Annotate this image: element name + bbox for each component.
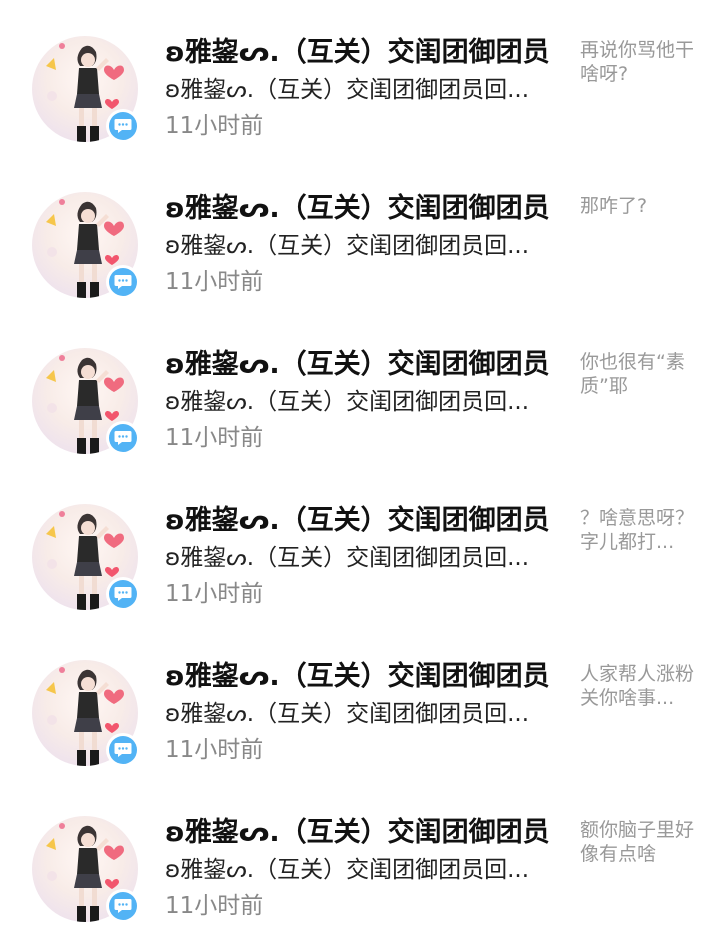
- message-item[interactable]: ʚ雅鋆ᔕ.（互关）交闺团御团员 ʚ雅鋆ᔕ.（互关）交闺团御团员回... 11小时…: [0, 468, 720, 624]
- avatar-container[interactable]: [32, 816, 140, 923]
- comment-badge: [106, 889, 140, 923]
- sender-name[interactable]: ʚ雅鋆ᔕ.（互关）交闺团御团员: [165, 816, 565, 850]
- original-comment[interactable]: 人家帮人涨粉关你啥事...: [580, 662, 696, 710]
- avatar-container[interactable]: [32, 348, 140, 455]
- reply-preview: ʚ雅鋆ᔕ.（互关）交闺团御团员回...: [165, 545, 530, 571]
- timestamp: 11小时前: [165, 737, 264, 763]
- original-comment[interactable]: 那咋了?: [580, 194, 696, 218]
- message-item[interactable]: ʚ雅鋆ᔕ.（互关）交闺团御团员 ʚ雅鋆ᔕ.（互关）交闺团御团员回... 11小时…: [0, 780, 720, 936]
- message-list: ʚ雅鋆ᔕ.（互关）交闺团御团员 ʚ雅鋆ᔕ.（互关）交闺团御团员回... 11小时…: [0, 0, 720, 936]
- message-bubble-icon: [109, 268, 137, 296]
- reply-preview: ʚ雅鋆ᔕ.（互关）交闺团御团员回...: [165, 233, 530, 259]
- timestamp: 11小时前: [165, 425, 264, 451]
- sender-name[interactable]: ʚ雅鋆ᔕ.（互关）交闺团御团员: [165, 660, 565, 694]
- avatar-container[interactable]: [32, 660, 140, 767]
- message-bubble-icon: [109, 112, 137, 140]
- message-item[interactable]: ʚ雅鋆ᔕ.（互关）交闺团御团员 ʚ雅鋆ᔕ.（互关）交闺团御团员回... 11小时…: [0, 312, 720, 468]
- comment-badge: [106, 577, 140, 611]
- sender-name[interactable]: ʚ雅鋆ᔕ.（互关）交闺团御团员: [165, 504, 565, 538]
- sender-name[interactable]: ʚ雅鋆ᔕ.（互关）交闺团御团员: [165, 348, 565, 382]
- avatar-container[interactable]: [32, 504, 140, 611]
- avatar-container[interactable]: [32, 192, 140, 299]
- message-item[interactable]: ʚ雅鋆ᔕ.（互关）交闺团御团员 ʚ雅鋆ᔕ.（互关）交闺团御团员回... 11小时…: [0, 156, 720, 312]
- reply-preview: ʚ雅鋆ᔕ.（互关）交闺团御团员回...: [165, 389, 530, 415]
- message-bubble-icon: [109, 424, 137, 452]
- sender-name[interactable]: ʚ雅鋆ᔕ.（互关）交闺团御团员: [165, 36, 565, 70]
- timestamp: 11小时前: [165, 581, 264, 607]
- original-comment[interactable]: 再说你骂他干啥呀?: [580, 38, 696, 86]
- message-bubble-icon: [109, 892, 137, 920]
- timestamp: 11小时前: [165, 113, 264, 139]
- reply-preview: ʚ雅鋆ᔕ.（互关）交闺团御团员回...: [165, 77, 530, 103]
- reply-preview: ʚ雅鋆ᔕ.（互关）交闺团御团员回...: [165, 701, 530, 727]
- comment-badge: [106, 733, 140, 767]
- message-item[interactable]: ʚ雅鋆ᔕ.（互关）交闺团御团员 ʚ雅鋆ᔕ.（互关）交闺团御团员回... 11小时…: [0, 624, 720, 780]
- comment-badge: [106, 421, 140, 455]
- original-comment[interactable]: 额你脑子里好像有点啥: [580, 818, 696, 866]
- message-bubble-icon: [109, 736, 137, 764]
- timestamp: 11小时前: [165, 269, 264, 295]
- message-item[interactable]: ʚ雅鋆ᔕ.（互关）交闺团御团员 ʚ雅鋆ᔕ.（互关）交闺团御团员回... 11小时…: [0, 0, 720, 156]
- original-comment[interactable]: 你也很有“素质”耶: [580, 350, 696, 398]
- timestamp: 11小时前: [165, 893, 264, 919]
- reply-preview: ʚ雅鋆ᔕ.（互关）交闺团御团员回...: [165, 857, 530, 883]
- original-comment[interactable]: ？啥意思呀？字儿都打...: [580, 506, 696, 554]
- comment-badge: [106, 265, 140, 299]
- comment-badge: [106, 109, 140, 143]
- message-bubble-icon: [109, 580, 137, 608]
- sender-name[interactable]: ʚ雅鋆ᔕ.（互关）交闺团御团员: [165, 192, 565, 226]
- avatar-container[interactable]: [32, 36, 140, 143]
